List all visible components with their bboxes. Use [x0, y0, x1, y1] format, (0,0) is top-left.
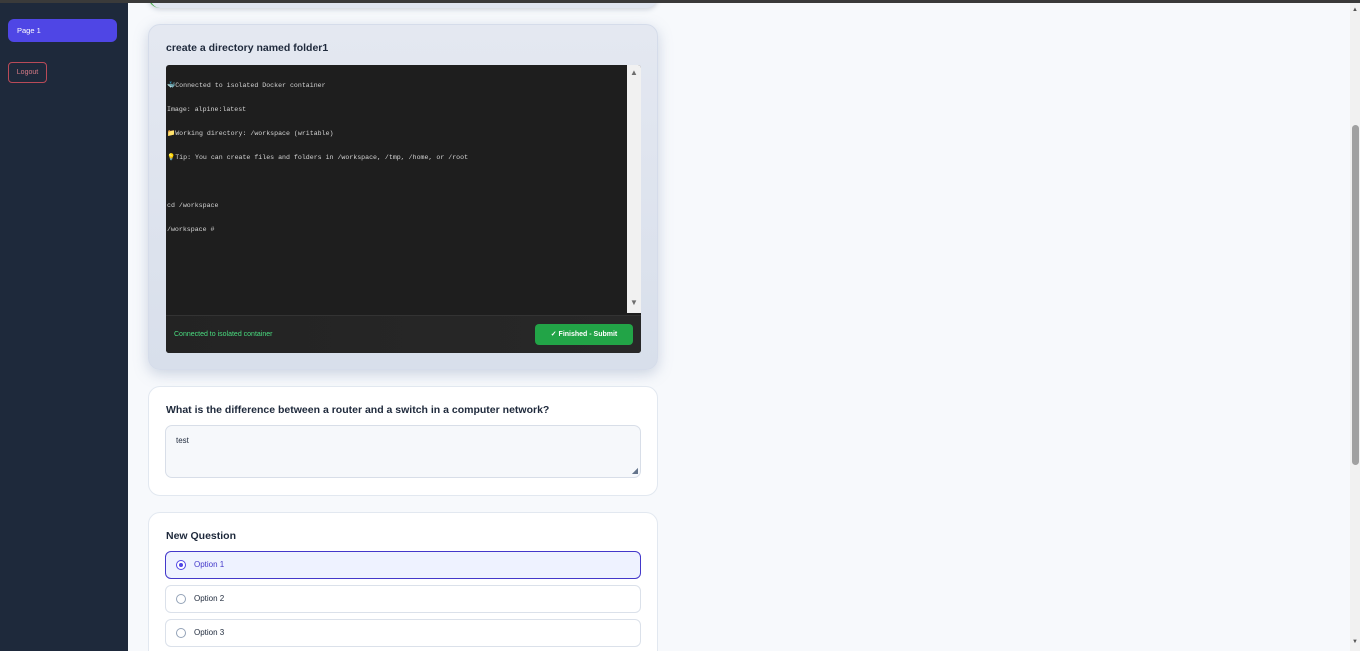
question-title: create a directory named folder1	[166, 42, 329, 54]
option-label: Option 1	[194, 560, 225, 569]
option-label: Option 2	[194, 594, 225, 603]
terminal-line: 🐳Connected to isolated Docker container	[167, 82, 326, 89]
question-card-choice: New Question Option 1 Option 2 Option 3	[148, 512, 658, 651]
answer-text: test	[176, 436, 189, 445]
question-card-terminal: create a directory named folder1 🐳Connec…	[148, 24, 658, 370]
scroll-up-icon[interactable]: ▲	[627, 68, 641, 78]
sidebar-item-page-1[interactable]: Page 1	[8, 19, 117, 42]
connection-status: Connected to isolated container	[174, 331, 273, 338]
page-scrollbar[interactable]: ▲ ▼	[1350, 3, 1360, 651]
terminal[interactable]: 🐳Connected to isolated Docker container …	[166, 65, 641, 353]
terminal-line: 📁Working directory: /workspace (writable…	[167, 130, 334, 137]
page-scroll-thumb[interactable]	[1352, 125, 1359, 465]
option-1[interactable]: Option 1	[165, 551, 641, 579]
main-content: create a directory named folder1 🐳Connec…	[128, 3, 1350, 651]
question-title: New Question	[166, 530, 237, 542]
option-3[interactable]: Option 3	[165, 619, 641, 647]
page-scroll-down-icon[interactable]: ▼	[1352, 639, 1358, 645]
option-2[interactable]: Option 2	[165, 585, 641, 613]
terminal-footer: Connected to isolated container ✓ Finish…	[166, 315, 641, 353]
terminal-line: Image: alpine:latest	[167, 106, 247, 113]
previous-question-card	[148, 3, 658, 8]
resize-handle-icon[interactable]: ◢	[632, 467, 638, 475]
question-title: What is the difference between a router …	[166, 404, 550, 416]
answer-textarea[interactable]: test ◢	[165, 425, 641, 478]
terminal-line: cd /workspace	[167, 202, 219, 209]
terminal-output[interactable]: 🐳Connected to isolated Docker container …	[166, 65, 626, 315]
radio-icon[interactable]	[176, 594, 186, 604]
option-label: Option 3	[194, 628, 225, 637]
logout-button[interactable]: Logout	[8, 62, 47, 83]
sidebar: Page 1 Logout	[0, 3, 128, 651]
terminal-prompt: /workspace #	[167, 226, 219, 233]
radio-icon[interactable]	[176, 628, 186, 638]
terminal-line: 💡Tip: You can create files and folders i…	[167, 154, 469, 161]
scroll-down-icon[interactable]: ▼	[627, 298, 641, 308]
page-scroll-up-icon[interactable]: ▲	[1352, 7, 1358, 13]
radio-selected-icon[interactable]	[176, 560, 186, 570]
finished-submit-button[interactable]: ✓ Finished - Submit	[535, 324, 633, 345]
question-card-text: What is the difference between a router …	[148, 386, 658, 496]
terminal-scrollbar[interactable]: ▲ ▼	[627, 65, 641, 313]
